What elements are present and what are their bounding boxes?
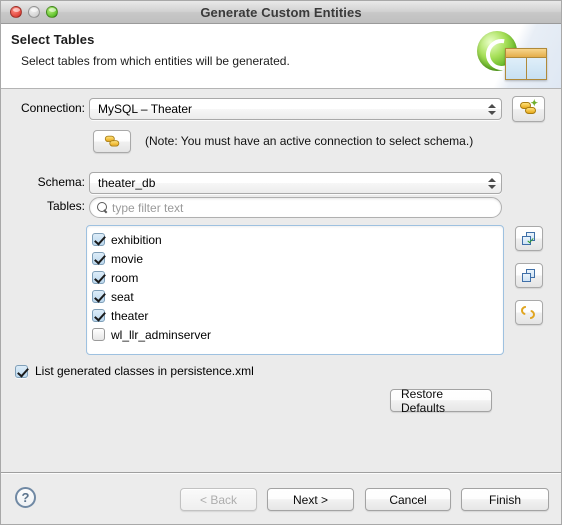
- connection-label-wrap: Connection:: [15, 101, 85, 115]
- table-row[interactable]: wl_llr_adminserver: [92, 325, 503, 344]
- list-generated-checkbox[interactable]: [15, 364, 28, 378]
- table-checkbox[interactable]: [92, 328, 105, 341]
- select-all-button[interactable]: [515, 226, 543, 251]
- next-button[interactable]: Next >: [267, 488, 354, 511]
- table-name: movie: [111, 251, 144, 266]
- connection-select[interactable]: MySQL – Theater: [89, 98, 502, 120]
- finish-button[interactable]: Finish: [461, 488, 549, 511]
- chevron-updown-icon: [487, 100, 496, 118]
- tables-list[interactable]: exhibition movie room seat theater wl_ll…: [86, 225, 504, 355]
- table-name: exhibition: [111, 232, 162, 247]
- table-row[interactable]: room: [92, 268, 503, 287]
- back-button[interactable]: < Back: [180, 488, 257, 511]
- table-name: seat: [111, 289, 134, 304]
- table-checkbox[interactable]: [92, 252, 105, 265]
- table-row[interactable]: seat: [92, 287, 503, 306]
- refresh-button[interactable]: [515, 300, 543, 325]
- title-bar: Generate Custom Entities: [1, 1, 561, 24]
- table-row[interactable]: exhibition: [92, 230, 503, 249]
- zoom-button[interactable]: [46, 6, 58, 18]
- minimize-button[interactable]: [28, 6, 40, 18]
- select-all-icon: [521, 231, 537, 246]
- close-button[interactable]: [10, 6, 22, 18]
- schema-value: theater_db: [98, 176, 156, 190]
- deselect-all-icon: [521, 268, 537, 283]
- dialog-footer: ? < Back Next > Cancel Finish: [1, 472, 561, 524]
- connect-icon: [104, 135, 119, 148]
- tables-label: Tables:: [46, 199, 85, 213]
- dialog-window: Generate Custom Entities Select Tables S…: [0, 0, 562, 525]
- table-checkbox[interactable]: [92, 233, 105, 246]
- table-checkbox[interactable]: [92, 271, 105, 284]
- table-name: theater: [111, 308, 149, 323]
- table-checkbox[interactable]: [92, 309, 105, 322]
- chevron-updown-icon: [487, 174, 496, 192]
- dialog-content: Connection: MySQL – Theater ✦ (Note: You…: [1, 89, 561, 473]
- list-generated-checkbox-row[interactable]: List generated classes in persistence.xm…: [15, 364, 254, 378]
- filter-placeholder: type filter text: [112, 200, 184, 215]
- restore-defaults-button[interactable]: Restore Defaults: [390, 387, 492, 415]
- table-row[interactable]: theater: [92, 306, 503, 325]
- filter-input[interactable]: type filter text: [89, 197, 502, 218]
- table-row[interactable]: movie: [92, 249, 503, 268]
- window-controls: [1, 6, 58, 18]
- schema-note: (Note: You must have an active connectio…: [145, 134, 474, 148]
- window-title: Generate Custom Entities: [200, 4, 362, 20]
- new-connection-button[interactable]: ✦: [512, 96, 545, 122]
- table-checkbox[interactable]: [92, 290, 105, 303]
- schema-label: Schema:: [37, 175, 85, 189]
- new-connection-icon: ✦: [520, 99, 538, 116]
- cancel-button[interactable]: Cancel: [365, 488, 451, 511]
- connection-label: Connection:: [20, 101, 85, 115]
- list-generated-label: List generated classes in persistence.xm…: [35, 364, 254, 378]
- table-name: wl_llr_adminserver: [111, 327, 212, 342]
- wizard-banner: Select Tables Select tables from which e…: [1, 24, 561, 89]
- search-icon: [97, 202, 108, 213]
- refresh-icon: [519, 303, 537, 321]
- schema-label-wrap: Schema:: [15, 175, 85, 189]
- tables-label-wrap: Tables:: [15, 199, 85, 213]
- connection-value: MySQL – Theater: [98, 102, 193, 116]
- table-name: room: [111, 270, 139, 285]
- entity-table-icon: [473, 24, 561, 88]
- deselect-all-button[interactable]: [515, 263, 543, 288]
- help-button[interactable]: ?: [15, 487, 36, 508]
- connect-button[interactable]: [93, 130, 131, 153]
- schema-select[interactable]: theater_db: [89, 172, 502, 194]
